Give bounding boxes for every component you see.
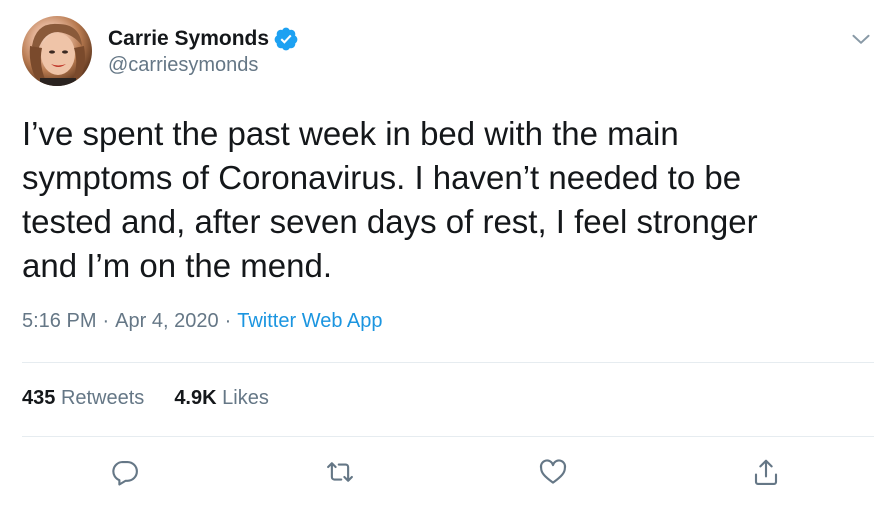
divider [22,362,874,363]
verified-badge-icon [273,26,299,52]
share-button[interactable] [746,452,786,492]
retweets-label: Retweets [60,387,145,409]
tweet-time[interactable]: 5:16 PM [22,310,96,333]
retweet-icon [327,462,353,482]
likes-stat[interactable]: 4.9K Likes [174,387,269,410]
tweet-actions [0,452,896,492]
tweet-date[interactable]: Apr 4, 2020 [115,310,218,333]
divider [22,436,874,437]
meta-separator: · [102,310,110,332]
author-handle[interactable]: @carriesymonds [108,54,258,77]
share-icon [754,459,778,485]
reply-button[interactable] [105,452,145,492]
avatar[interactable] [22,16,92,86]
tweet-card: Carrie Symonds @carriesymonds I’ve spent… [0,0,896,506]
avatar-image [29,23,85,86]
reply-icon [112,460,138,486]
likes-count: 4.9K [174,387,217,409]
retweets-stat[interactable]: 435 Retweets [22,387,144,410]
retweets-count: 435 [22,387,56,409]
likes-label: Likes [222,387,269,409]
tweet-meta: 5:16 PM · Apr 4, 2020 · Twitter Web App [22,310,383,333]
meta-separator: · [224,310,232,332]
retweet-button[interactable] [320,452,360,492]
like-button[interactable] [533,452,573,492]
author-name-row[interactable]: Carrie Symonds [108,26,299,52]
tweet-text: I’ve spent the past week in bed with the… [22,115,758,284]
chevron-down-icon[interactable] [848,26,874,52]
author-display-name[interactable]: Carrie Symonds [108,27,269,51]
tweet-stats: 435 Retweets 4.9K Likes [22,387,269,410]
heart-icon [539,459,567,484]
tweet-source-link[interactable]: Twitter Web App [237,310,382,333]
